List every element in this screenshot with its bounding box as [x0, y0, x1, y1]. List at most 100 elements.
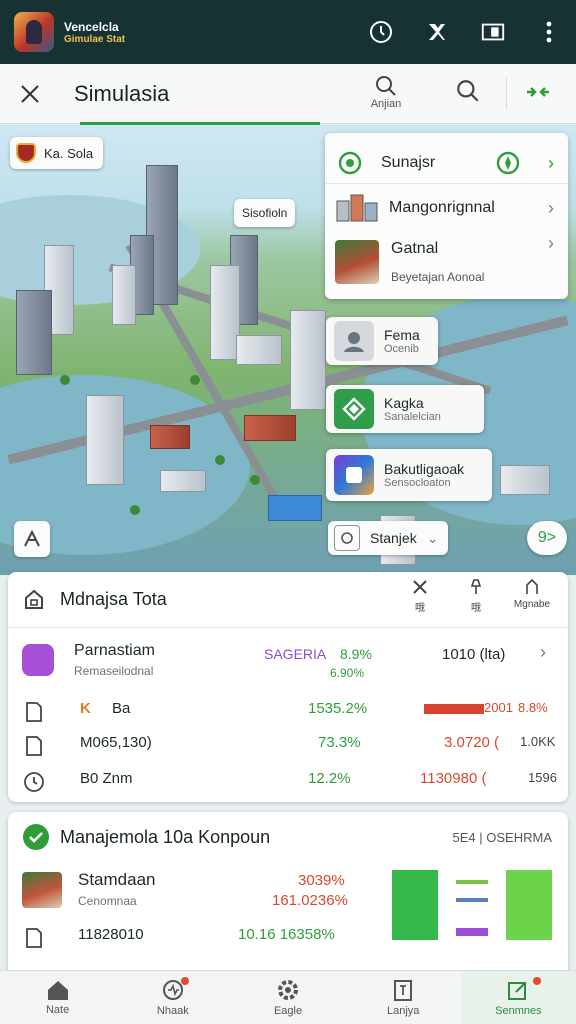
- nav-label: Senmnes: [495, 1005, 542, 1017]
- bottom-navigation: Nate Nhaak Eagle Lanjya Senmnes: [0, 970, 576, 1024]
- nav-settings[interactable]: Eagle: [230, 971, 345, 1024]
- compass-icon[interactable]: [495, 150, 521, 176]
- tree: [190, 375, 200, 385]
- management-value: 3039%: [298, 872, 345, 889]
- stat-change-secondary: 6.90%: [330, 666, 365, 680]
- home-icon: [47, 981, 68, 1000]
- management-value: 10.16 16358%: [238, 926, 335, 943]
- home-outline-icon: [25, 589, 43, 609]
- chevron-right-icon: ›: [540, 642, 546, 662]
- clock-outline-icon: [24, 772, 44, 792]
- search-secondary-button[interactable]: [455, 78, 481, 109]
- building: [160, 470, 206, 492]
- map-card-bakut[interactable]: Bakutligaoak Sensocloaton: [326, 449, 492, 501]
- tools-icon[interactable]: [424, 19, 450, 45]
- collapse-button[interactable]: [525, 82, 551, 107]
- chart-line: [456, 880, 488, 884]
- map-card-title: Bakutligaoak: [384, 461, 465, 477]
- compass-tool-icon: [24, 529, 40, 547]
- building: [86, 395, 124, 485]
- close-icon: [21, 84, 39, 103]
- person-icon: [334, 321, 374, 361]
- panel-item-management[interactable]: Mangonrignnal ›: [325, 191, 568, 225]
- more-vertical-icon[interactable]: [536, 19, 562, 45]
- city-crest-icon: [16, 143, 36, 163]
- search-icon: [376, 76, 396, 96]
- stat-row[interactable]: M065,130) 73.3% 3.0720 ( 1.0KK: [8, 730, 568, 766]
- stat-row-icon: [22, 644, 54, 676]
- search-button[interactable]: Anjian: [360, 74, 412, 110]
- nav-services[interactable]: Senmnes: [460, 971, 576, 1024]
- clipboard-icon: [394, 980, 413, 1001]
- app-title: Vencelcla: [64, 19, 119, 34]
- panel-item-label: Mangonrignnal: [389, 199, 495, 216]
- panel-header-label: Sunajsr: [381, 154, 436, 171]
- stat-rank-letter: K: [80, 700, 91, 717]
- stats-card-title: Mdnajsa Tota: [60, 589, 167, 609]
- buildings-icon: [336, 194, 378, 222]
- management-row[interactable]: Stamdaan Cenomnaa 3039% 161.0236%: [8, 868, 568, 940]
- collapse-arrows-icon: [527, 87, 549, 97]
- map-tool-button[interactable]: [14, 521, 50, 557]
- select-dropdown[interactable]: Stanjek ⌄: [328, 521, 449, 555]
- stat-name: Parnastiam: [74, 642, 155, 659]
- building: [112, 265, 136, 325]
- stat-change: 1535.2%: [308, 700, 368, 717]
- page-title: Simulasia: [74, 80, 170, 106]
- panel-item-gatnal[interactable]: Gatnal Beyetajan Aonoal ›: [325, 233, 568, 291]
- nav-home[interactable]: Nate: [0, 971, 115, 1024]
- chart-line: [456, 898, 488, 902]
- stat-row[interactable]: K Ba 1535.2% 2001 8.8%: [8, 694, 568, 730]
- building: [500, 465, 550, 495]
- gear-icon: [278, 980, 298, 1000]
- clock-icon[interactable]: [368, 19, 394, 45]
- management-card-title: Manajemola 10a Konpoun: [60, 826, 271, 847]
- map-card-title: Kagka: [384, 395, 424, 411]
- management-row[interactable]: 11828010 10.16 16358%: [8, 922, 568, 958]
- tool-label: 哦: [471, 603, 481, 614]
- stat-percent: 8.8%: [518, 700, 548, 715]
- share-icon: [526, 578, 538, 594]
- close-button[interactable]: [0, 64, 60, 124]
- city-map[interactable]: Ka. Sola Sisofioln Sunajsr › Mangonrignn…: [0, 125, 576, 575]
- nav-reports[interactable]: Lanjya: [346, 971, 461, 1024]
- nav-label: Nhaak: [156, 1005, 189, 1017]
- sort-tool-button[interactable]: 哦: [448, 578, 504, 614]
- panel-item-title: Gatnal: [391, 240, 439, 257]
- building: [290, 310, 326, 410]
- chevron-right-icon: ›: [548, 197, 554, 218]
- app-logo-icon[interactable]: [14, 12, 54, 52]
- manage-tool-button[interactable]: Mgnabe: [504, 578, 560, 614]
- search-icon: [457, 80, 479, 102]
- city-chip[interactable]: Ka. Sola: [10, 137, 104, 169]
- app-bar: Vencelcla Gimulae Stat: [0, 0, 576, 64]
- diamond-icon: [334, 389, 374, 429]
- panel-header-row[interactable]: Sunajsr ›: [325, 143, 568, 183]
- toolbar: Simulasia Anjian: [0, 64, 576, 124]
- stat-row[interactable]: B0 Znm 12.2% 1130980 ( 1596: [8, 766, 568, 802]
- stat-name: Ba: [112, 700, 131, 717]
- book-icon[interactable]: [480, 19, 506, 45]
- map-label-bubble[interactable]: Sisofioln: [234, 199, 296, 227]
- tree: [130, 505, 140, 515]
- stat-row[interactable]: Parnastiam Remaseilodnal SAGERIA 8.9% 6.…: [8, 640, 568, 688]
- city-name: Ka. Sola: [44, 145, 94, 161]
- management-row-name: Stamdaan: [78, 870, 156, 889]
- expand-label: 9>: [537, 529, 557, 546]
- chevron-right-icon: ›: [548, 152, 554, 173]
- stat-percent: 1596: [528, 770, 557, 785]
- stats-card: Mdnajsa Tota 哦 哦 Mgnabe Parnastiam Remas…: [8, 572, 568, 802]
- nav-activity[interactable]: Nhaak: [115, 971, 230, 1024]
- chevron-right-icon: ›: [548, 233, 554, 253]
- select-label: Stanjek: [370, 530, 417, 546]
- toolbar-divider: [506, 78, 507, 110]
- map-label-text: Sisofioln: [242, 206, 288, 220]
- stat-category: SAGERIA: [264, 646, 327, 662]
- filter-tool-button[interactable]: 哦: [392, 578, 448, 614]
- map-card-title: Fema: [384, 327, 420, 343]
- stat-value: 3.0720 (: [444, 734, 500, 751]
- map-card-kagka[interactable]: Kagka Sanalelcian: [326, 385, 484, 433]
- map-card-fema[interactable]: Fema Ocenib: [326, 317, 438, 365]
- stats-card-header: Mdnajsa Tota 哦 哦 Mgnabe: [8, 572, 568, 628]
- expand-button[interactable]: 9>: [527, 521, 567, 555]
